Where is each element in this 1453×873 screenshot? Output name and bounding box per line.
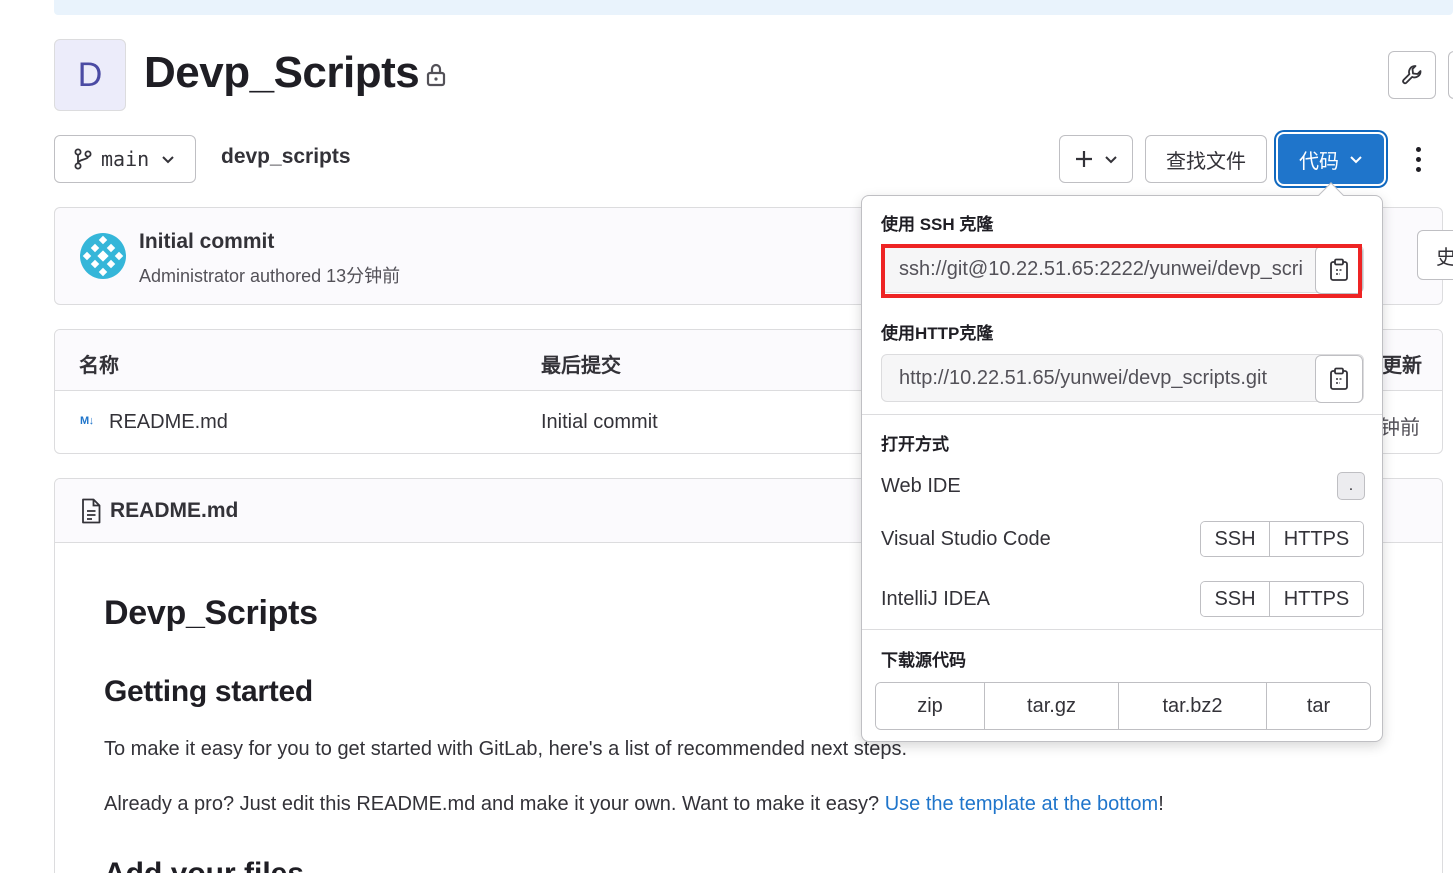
overflow-button-edge[interactable] <box>1448 51 1453 99</box>
column-name: 名称 <box>79 355 119 377</box>
kebab-dot <box>1415 146 1421 152</box>
file-icon <box>82 498 101 524</box>
find-file-button[interactable]: 查找文件 <box>1145 135 1267 183</box>
download-targz-button[interactable]: tar.gz <box>984 683 1118 729</box>
http-url-field[interactable]: http://10.22.51.65/yunwei/devp_scripts.g… <box>881 354 1364 403</box>
more-actions-button[interactable] <box>1404 140 1432 178</box>
download-formats: zip tar.gz tar.bz2 tar <box>875 682 1371 730</box>
http-clone-title: 使用HTTP克隆 <box>881 324 994 343</box>
chevron-down-icon <box>1350 156 1362 164</box>
code-button[interactable]: 代码 <box>1278 134 1384 184</box>
divider <box>862 414 1382 415</box>
readme-heading-2: Getting started <box>104 675 313 708</box>
file-updated: 钟前 <box>1380 417 1420 439</box>
web-ide-link[interactable]: Web IDE <box>881 475 961 498</box>
settings-button[interactable] <box>1388 51 1436 99</box>
lock-icon <box>426 63 446 87</box>
project-title: Devp_Scripts <box>144 48 420 97</box>
intellij-https-button[interactable]: HTTPS <box>1269 582 1363 616</box>
history-button[interactable]: 史 <box>1417 230 1453 280</box>
download-source-title: 下载源代码 <box>881 651 966 670</box>
web-ide-shortcut: . <box>1337 472 1365 500</box>
readme-paragraph: To make it easy for you to get started w… <box>104 738 908 760</box>
commit-meta: Administrator authored 13分钟前 <box>139 266 401 286</box>
open-with-title: 打开方式 <box>881 435 949 454</box>
project-avatar: D <box>54 39 126 111</box>
readme-paragraph-text: Already a pro? Just edit this README.md … <box>104 793 885 815</box>
readme-heading-1: Devp_Scripts <box>104 594 318 632</box>
readme-paragraph-end: ! <box>1158 793 1164 815</box>
code-button-label: 代码 <box>1299 150 1339 173</box>
vscode-label: Visual Studio Code <box>881 528 1051 550</box>
history-button-label: 史 <box>1436 241 1453 270</box>
readme-heading-add-files: Add your files <box>104 857 304 873</box>
chevron-down-icon <box>162 156 174 164</box>
http-url-input[interactable]: http://10.22.51.65/yunwei/devp_scripts.g… <box>899 367 1304 390</box>
copy-http-url-button[interactable] <box>1315 355 1363 403</box>
breadcrumb[interactable]: devp_scripts <box>221 145 351 169</box>
column-last-commit: 最后提交 <box>541 355 621 377</box>
divider <box>862 629 1382 630</box>
vscode-ssh-button[interactable]: SSH <box>1201 522 1269 556</box>
template-link[interactable]: Use the template at the bottom <box>885 793 1159 815</box>
branch-icon <box>74 148 92 170</box>
plus-icon <box>1076 151 1092 167</box>
kebab-dot <box>1415 166 1421 172</box>
branch-selector[interactable]: main <box>54 135 196 183</box>
readme-filename[interactable]: README.md <box>110 499 238 523</box>
copy-clipboard-icon <box>1330 367 1348 390</box>
vscode-https-button[interactable]: HTTPS <box>1269 522 1363 556</box>
user-avatar <box>80 233 126 279</box>
wrench-icon <box>1402 65 1422 85</box>
kebab-dot <box>1415 156 1421 162</box>
file-name-link[interactable]: README.md <box>109 411 228 434</box>
download-zip-button[interactable]: zip <box>876 683 984 729</box>
intellij-ssh-button[interactable]: SSH <box>1201 582 1269 616</box>
vscode-options: SSH HTTPS <box>1200 521 1364 557</box>
download-tarbz2-button[interactable]: tar.bz2 <box>1118 683 1266 729</box>
highlight-box <box>881 244 1362 298</box>
markdown-icon: M↓ <box>80 415 94 427</box>
ssh-clone-title: 使用 SSH 克隆 <box>881 215 994 234</box>
intellij-options: SSH HTTPS <box>1200 581 1364 617</box>
download-tar-button[interactable]: tar <box>1266 683 1370 729</box>
intellij-label: IntelliJ IDEA <box>881 588 990 610</box>
file-commit-link[interactable]: Initial commit <box>541 411 658 434</box>
column-last-update: 更新 <box>1382 355 1422 377</box>
clone-dropdown: 使用 SSH 克隆 ssh://git@10.22.51.65:2222/yun… <box>861 195 1383 742</box>
chevron-down-icon <box>1105 156 1117 164</box>
add-dropdown-button[interactable] <box>1059 135 1133 183</box>
top-banner <box>54 0 1453 15</box>
commit-title[interactable]: Initial commit <box>139 230 274 254</box>
branch-label: main <box>101 147 150 171</box>
readme-paragraph: Already a pro? Just edit this README.md … <box>104 793 1164 816</box>
